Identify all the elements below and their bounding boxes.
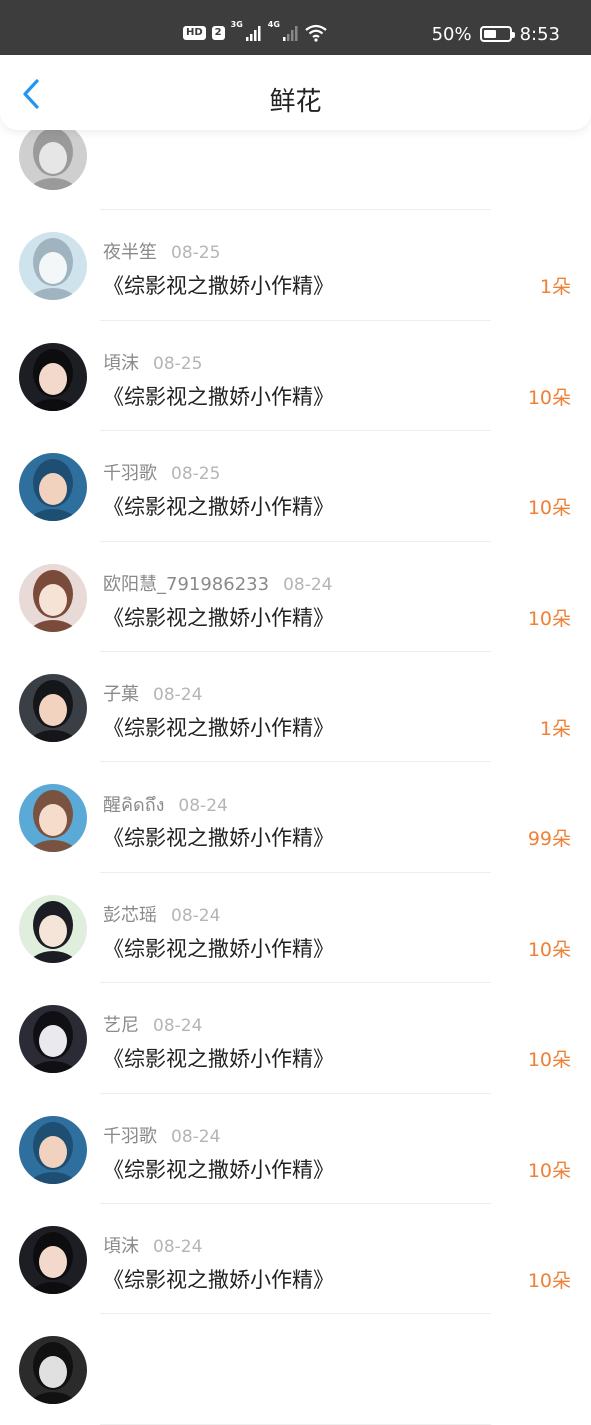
network-label-1: 3G — [230, 20, 243, 29]
flower-count: 10朵 — [527, 1159, 571, 1182]
list-item[interactable] — [0, 1314, 591, 1425]
avatar[interactable] — [19, 1115, 87, 1184]
gift-date: 08-25 — [171, 464, 221, 485]
username-line: 欧阳慧_791986233 08-24 — [103, 570, 332, 596]
username: 艺尼 — [103, 1015, 139, 1037]
username: 千羽歌 — [103, 463, 157, 485]
avatar[interactable] — [19, 342, 87, 411]
wifi-icon — [305, 24, 327, 42]
username: 千羽歌 — [103, 1125, 157, 1147]
battery-cap — [511, 32, 515, 38]
page-title: 鲜花 — [269, 87, 322, 117]
username: 子菓 — [103, 683, 139, 705]
username: 頃沫 — [103, 352, 139, 374]
list-item[interactable]: 頃沫 08-25 《综影视之撒娇小作精》 10朵 — [0, 321, 591, 432]
book-title[interactable]: 《综影视之撒娇小作精》 — [103, 712, 334, 742]
gift-date: 08-24 — [171, 1126, 221, 1147]
list-item[interactable]: 夜半笙 08-25 《综影视之撒娇小作精》 1朵 — [0, 210, 591, 321]
book-title[interactable]: 《综影视之撒娇小作精》 — [103, 1043, 334, 1073]
flower-count: 10朵 — [527, 607, 571, 630]
book-title[interactable]: 《综影视之撒娇小作精》 — [103, 933, 334, 963]
avatar[interactable] — [19, 1005, 87, 1074]
avatar[interactable] — [19, 894, 87, 963]
battery-percent: 50% — [431, 23, 472, 45]
status-bar: HD 2 3G 4G 50% 8:53 — [0, 0, 591, 55]
gift-date: 08-24 — [153, 1236, 203, 1257]
gift-date: 08-24 — [171, 905, 221, 926]
book-title[interactable]: 《综影视之撒娇小作精》 — [103, 270, 334, 300]
gift-date: 08-24 — [153, 1016, 203, 1037]
username-line: 彭芯瑶 08-24 — [103, 901, 220, 927]
flower-count: 1朵 — [539, 276, 571, 299]
username-line: 醒คิดถึง 08-24 — [103, 790, 228, 819]
list-item[interactable]: 艺尼 08-24 《综影视之撒娇小作精》 10朵 — [0, 983, 591, 1094]
gift-date: 08-24 — [153, 684, 203, 705]
username-line: 頃沫 08-25 — [103, 349, 202, 375]
list-item[interactable]: 頃沫 08-24 《综影视之撒娇小作精》 10朵 — [0, 1204, 591, 1315]
signal-icon — [245, 26, 261, 41]
flower-count: 10朵 — [527, 1269, 571, 1292]
flower-count: 10朵 — [527, 497, 571, 520]
book-title[interactable]: 《综影视之撒娇小作精》 — [103, 491, 334, 521]
avatar[interactable] — [19, 122, 87, 190]
gift-date: 08-25 — [153, 353, 203, 374]
book-title[interactable]: 《综影视之撒娇小作精》 — [103, 1154, 334, 1184]
gift-date: 08-25 — [171, 243, 221, 264]
clock: 8:53 — [519, 23, 560, 45]
list-item[interactable]: 欧阳慧_791986233 08-24 《综影视之撒娇小作精》 10朵 — [0, 542, 591, 652]
book-title[interactable]: 《综影视之撒娇小作精》 — [103, 1264, 334, 1294]
avatar[interactable] — [19, 232, 87, 301]
username-line — [103, 1342, 117, 1363]
hd-badge: HD — [183, 26, 206, 40]
flower-count: 99朵 — [527, 828, 571, 851]
username: 醒คิดถึง — [103, 795, 165, 817]
flower-count: 1朵 — [539, 717, 571, 740]
list-item[interactable]: 子菓 08-24 《综影视之撒娇小作精》 1朵 — [0, 652, 591, 763]
gift-date: 08-24 — [283, 574, 333, 595]
flower-count: 10朵 — [527, 1049, 571, 1072]
avatar[interactable] — [19, 563, 87, 632]
status-bar-indicators: HD 2 3G 4G — [183, 20, 327, 46]
avatar[interactable] — [19, 673, 87, 742]
book-title[interactable]: 《综影视之撒娇小作精》 — [103, 381, 334, 411]
avatar[interactable] — [19, 1225, 87, 1294]
flower-count: 10朵 — [527, 938, 571, 961]
username: 彭芯瑶 — [103, 904, 157, 926]
username: 夜半笙 — [103, 242, 157, 264]
username-line: 千羽歌 08-24 — [103, 1122, 220, 1148]
username: 頃沫 — [103, 1235, 139, 1257]
avatar[interactable] — [19, 1336, 87, 1405]
book-title[interactable]: 《综影视之撒娇小作精》 — [103, 822, 334, 852]
header: 鲜花 — [0, 55, 591, 130]
avatar[interactable] — [19, 784, 87, 853]
gift-date: 08-24 — [178, 796, 228, 817]
sim-badge: 2 — [211, 26, 225, 40]
username: 欧阳慧_791986233 — [103, 573, 270, 595]
list-item[interactable]: 醒คิดถึง 08-24 《综影视之撒娇小作精》 99朵 — [0, 762, 591, 873]
username-line: 頃沫 08-24 — [103, 1232, 202, 1258]
battery-icon — [479, 26, 515, 42]
book-title[interactable]: 《综影视之撒娇小作精》 — [103, 602, 334, 632]
flower-count: 10朵 — [527, 386, 571, 409]
battery-fill — [483, 30, 496, 38]
list-item[interactable]: 千羽歌 08-25 《综影视之撒娇小作精》 10朵 — [0, 431, 591, 542]
avatar[interactable] — [19, 453, 87, 522]
network-label-2: 4G — [267, 20, 280, 29]
username-line — [103, 128, 117, 149]
username-line: 艺尼 08-24 — [103, 1011, 202, 1037]
list-item[interactable]: 千羽歌 08-24 《综影视之撒娇小作精》 10朵 — [0, 1094, 591, 1204]
username-line: 千羽歌 08-25 — [103, 459, 220, 485]
signal-weak-icon — [282, 26, 298, 41]
list-item[interactable]: 彭芯瑶 08-24 《综影视之撒娇小作精》 10朵 — [0, 873, 591, 984]
gift-list[interactable]: 夜半笙 08-25 《综影视之撒娇小作精》 1朵 頃沫 08-25 《综影视之撒娇小作精》 1… — [0, 100, 591, 1425]
status-bar-right: 50% 8:53 — [432, 18, 560, 50]
username-line: 夜半笙 08-25 — [103, 238, 220, 264]
username-line: 子菓 08-24 — [103, 680, 202, 706]
